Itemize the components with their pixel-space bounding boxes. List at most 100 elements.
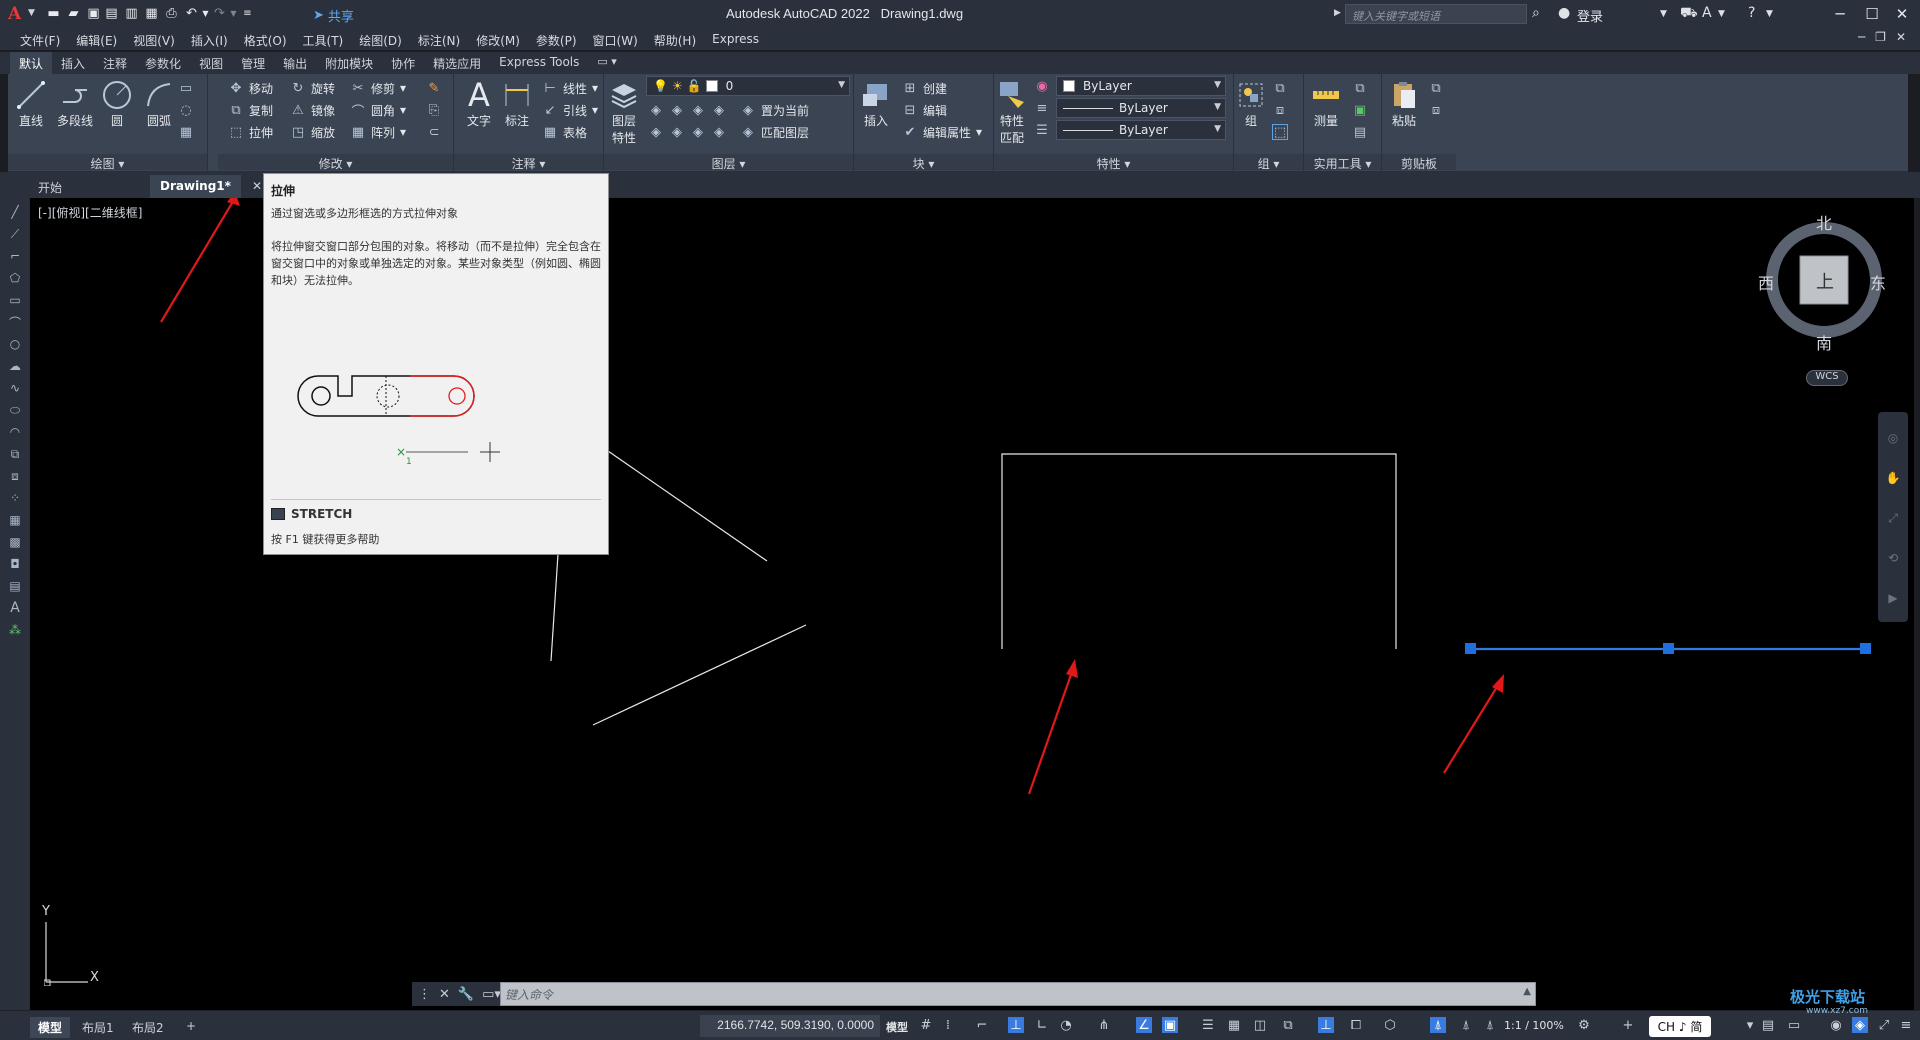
layer-properties-tool[interactable]: 图层 特性 (604, 78, 644, 146)
save-web-icon[interactable]: ▦ (144, 6, 159, 21)
menu-view[interactable]: 视图(V) (125, 28, 183, 50)
tab-output[interactable]: 输出 (274, 52, 316, 74)
close-command-line-icon[interactable]: ✕ (439, 987, 450, 1002)
doc-minimize-icon[interactable]: ─ (1858, 30, 1865, 44)
gradient-icon[interactable]: ▦ (178, 122, 194, 142)
save-icon[interactable]: ▣ (86, 6, 101, 21)
match-properties-tool[interactable]: 特性 匹配 (994, 78, 1030, 146)
copy-clip-icon[interactable]: ⧉ (1428, 78, 1444, 98)
menu-tools[interactable]: 工具(T) (295, 28, 352, 50)
panel-groups-title[interactable]: 组 ▾ (1234, 154, 1303, 171)
gradient-icon[interactable]: ▩ (7, 534, 23, 550)
tab-model[interactable]: 模型 (30, 1017, 71, 1038)
linetype-icon[interactable]: ≡ (1034, 98, 1050, 118)
menu-format[interactable]: 格式(O) (236, 28, 295, 50)
insert-block-tool[interactable]: 插入 (856, 78, 896, 129)
undo-dropdown-icon[interactable]: ▼ (198, 6, 213, 21)
fillet-button[interactable]: ⌒ 圆角 ▾ (350, 100, 406, 120)
panel-modify-title[interactable]: 修改 ▾ (218, 154, 453, 171)
color-wheel-icon[interactable]: ◉ (1034, 76, 1050, 96)
file-tab-start[interactable]: 开始 (28, 175, 72, 198)
cart-icon[interactable]: ⛟ (1680, 5, 1698, 23)
open-folder-icon[interactable]: ▰ (66, 6, 81, 21)
rectangle-icon[interactable]: ▭ (178, 78, 194, 98)
scale-button[interactable]: ◳ 缩放 (290, 122, 335, 142)
compass-west[interactable]: 西 (1758, 270, 1774, 294)
spline-icon[interactable]: ∿ (7, 380, 23, 396)
customize-wrench-icon[interactable]: 🔧 (458, 987, 474, 1002)
help-search-input[interactable]: 键入关键字或短语 (1345, 4, 1527, 24)
open-rectangle-object[interactable] (1001, 453, 1397, 649)
tab-view[interactable]: 视图 (190, 52, 232, 74)
redo-icon[interactable]: ↷ (212, 6, 227, 21)
lock-ui-icon[interactable]: ▭ (1786, 1017, 1802, 1033)
object-snap-tracking-icon[interactable]: ∠ (1136, 1017, 1152, 1033)
insert-block-icon[interactable]: ⧉ (7, 446, 23, 462)
model-space-toggle[interactable]: 模型 (886, 1019, 908, 1035)
compass-east[interactable]: 东 (1870, 270, 1886, 294)
offset-button[interactable]: ⊂ (426, 122, 442, 142)
calculator-icon[interactable]: ▤ (1352, 122, 1368, 142)
copy-button[interactable]: ⧉ 复制 (228, 100, 273, 120)
maximize-icon[interactable]: ☐ (1858, 3, 1886, 25)
add-layout-button[interactable]: + (178, 1017, 204, 1035)
tab-layout1[interactable]: 布局1 (74, 1017, 122, 1038)
menu-parametric[interactable]: 参数(P) (528, 28, 585, 50)
measure-tool[interactable]: 测量 (1306, 78, 1346, 129)
mtext-icon[interactable]: A (7, 600, 23, 616)
share-button[interactable]: ➤ 共享 (313, 6, 354, 25)
ungroup-icon[interactable]: ⧉ (1272, 78, 1288, 98)
open-web-icon[interactable]: ▥ (124, 6, 139, 21)
layer-tools-row-1[interactable]: ◈ ◈ ◈ ◈ (648, 100, 727, 120)
polar-tracking-icon[interactable]: ◔ (1058, 1017, 1074, 1033)
input-method-indicator[interactable]: CH ♪ 简 (1649, 1016, 1711, 1037)
command-input[interactable]: 键入命令 (505, 986, 553, 1003)
isodraft-icon[interactable]: ⋔ (1096, 1017, 1112, 1033)
panel-properties-title[interactable]: 特性 ▾ (994, 154, 1233, 171)
line-icon[interactable]: ╱ (7, 204, 23, 220)
showmotion-icon[interactable]: ▶ (1885, 590, 1901, 606)
help-dropdown-icon[interactable]: ▼ (1766, 9, 1773, 19)
gizmo-icon[interactable]: ⬡ (1382, 1017, 1398, 1033)
annotation-visibility-icon[interactable]: ⍋ (1430, 1017, 1446, 1033)
linear-dim-button[interactable]: ⊢ 线性 ▾ (542, 78, 598, 98)
file-tab-drawing1[interactable]: Drawing1* (150, 175, 241, 198)
selection-filter-icon[interactable]: ⧠ (1348, 1017, 1364, 1033)
3d-osnap-icon[interactable]: ⧉ (1280, 1017, 1296, 1033)
grip-mid[interactable] (1663, 643, 1674, 654)
menu-express[interactable]: Express (704, 28, 767, 50)
viewcube[interactable]: 北 南 西 东 上 (1758, 210, 1886, 360)
array-button[interactable]: ▦ 阵列 ▾ (350, 122, 406, 142)
match-layer-button[interactable]: ◈ 匹配图层 (740, 122, 809, 142)
hatch-icon[interactable]: ▦ (7, 512, 23, 528)
coordinates-readout[interactable]: 2166.7742, 509.3190, 0.0000 (700, 1015, 880, 1037)
grid-icon[interactable]: # (918, 1017, 934, 1033)
move-button[interactable]: ✥ 移动 (228, 78, 273, 98)
undo-icon[interactable]: ↶ (184, 6, 199, 21)
ortho-icon[interactable]: ∟ (1034, 1017, 1050, 1033)
menu-insert[interactable]: 插入(I) (183, 28, 236, 50)
rotate-button[interactable]: ↻ 旋转 (290, 78, 335, 98)
set-current-button[interactable]: ◈ 置为当前 (740, 100, 809, 120)
layer-dropdown[interactable]: 💡 ☀ 🔓 0 ▼ (646, 76, 850, 96)
annotation-scale-value[interactable]: 1:1 / 100% (1504, 1019, 1564, 1032)
lineweight-display-icon[interactable]: ☰ (1200, 1017, 1216, 1033)
stretch-button[interactable]: ⬚ 拉伸 (228, 122, 273, 142)
command-line[interactable]: 键入命令 ▲ (500, 982, 1536, 1006)
table-button[interactable]: ▦ 表格 (542, 122, 587, 142)
transparency-icon[interactable]: ▦ (1226, 1017, 1242, 1033)
tab-express-tools[interactable]: Express Tools (490, 52, 588, 74)
autodesk-app-icon[interactable]: A (1702, 5, 1712, 21)
erase-button[interactable]: ✎ (426, 78, 442, 98)
edit-block-button[interactable]: ⊟ 编辑 (902, 100, 947, 120)
panel-block-title[interactable]: 块 ▾ (854, 154, 993, 171)
linetype-dropdown[interactable]: ByLayer ▼ (1056, 98, 1226, 118)
menu-dimension[interactable]: 标注(N) (410, 28, 468, 50)
polyline-icon[interactable]: ⌐ (7, 248, 23, 264)
workspace-gear-icon[interactable]: ⚙ (1576, 1017, 1592, 1033)
panel-utilities-title[interactable]: 实用工具 ▾ (1304, 154, 1381, 171)
wcs-menu[interactable]: WCS (1806, 370, 1848, 386)
tab-addins[interactable]: 附加模块 (316, 52, 382, 74)
panel-annotation-title[interactable]: 注释 ▾ (454, 154, 603, 171)
polygon-icon[interactable]: ⬠ (7, 270, 23, 286)
